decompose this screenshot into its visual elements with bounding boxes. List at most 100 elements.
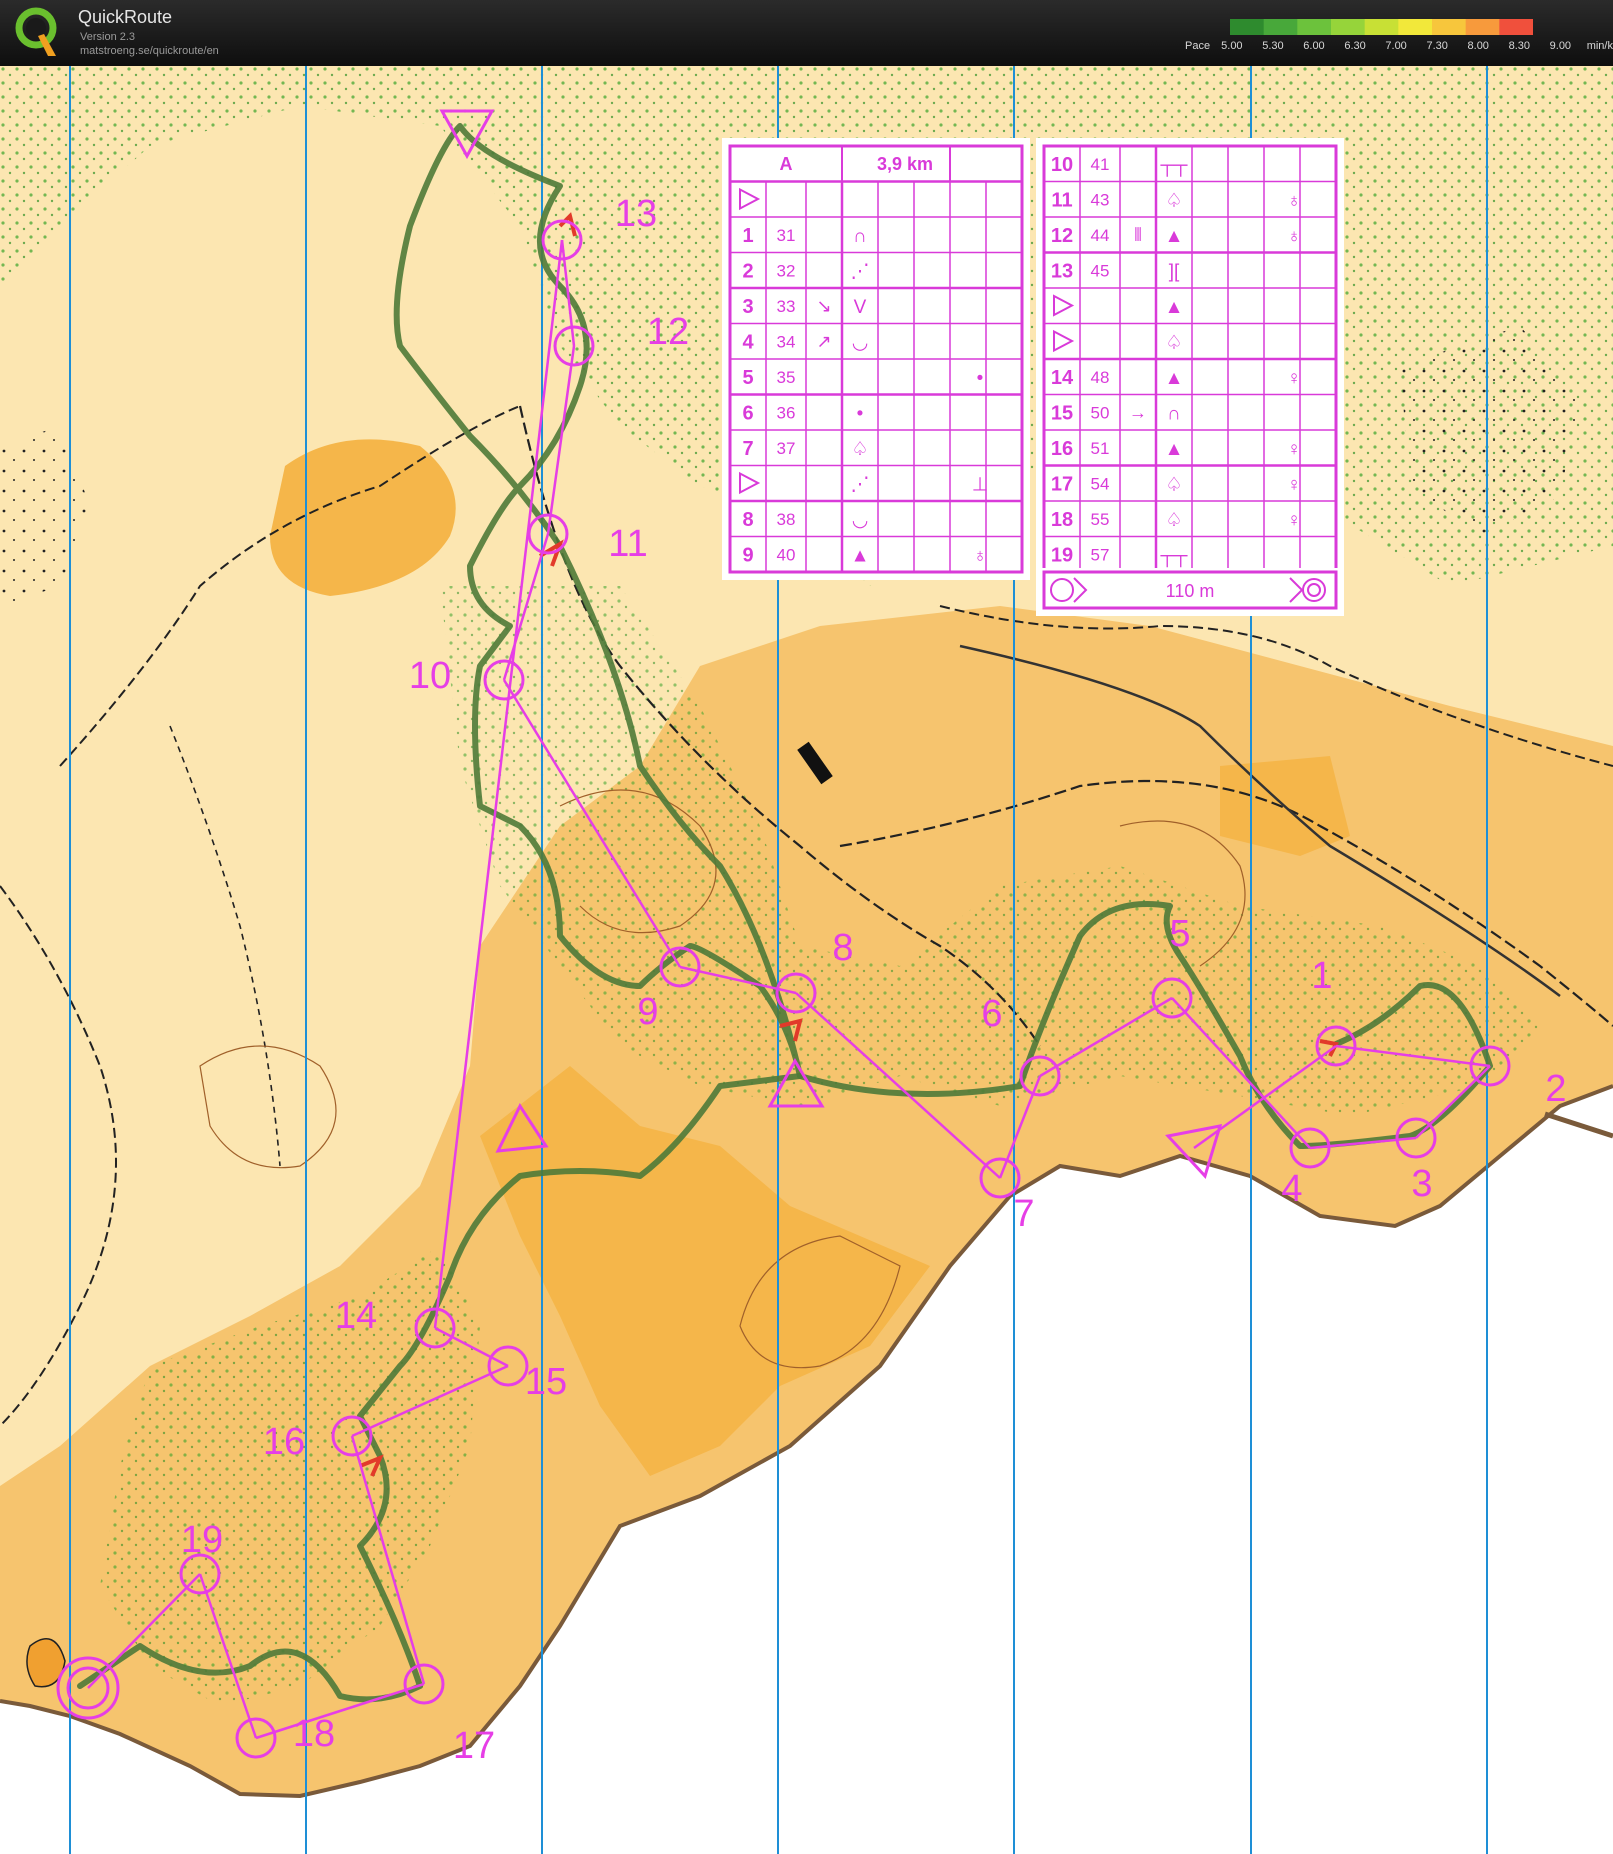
app-url: matstroeng.se/quickroute/en [80,45,219,57]
pier [1544,1111,1613,1139]
pace-label: Pace [1185,40,1211,52]
control-seq: 19 [1051,545,1073,567]
pace-color-segment [1364,19,1399,35]
control-code: 31 [777,226,796,245]
control-seq: 17 [1051,474,1073,496]
control-code: 34 [777,333,796,352]
control-seq: 18 [1051,509,1073,531]
control-seq: 7 [742,438,753,460]
pace-value: 9.00 [1549,40,1572,52]
control-seq: 15 [1051,403,1073,425]
pace-value: 8.00 [1467,40,1489,52]
quickroute-logo [15,7,57,56]
control-feature: ⋰ [851,262,870,283]
control-number: 12 [647,311,689,353]
control-feature: ▲ [1165,226,1184,247]
control-feature: ◡ [852,333,869,354]
control-detail: ♁ [1287,191,1301,212]
orienteering-map[interactable]: 12345678910111213141516171819 A 3,9 km1 31… [0,66,1613,1854]
control-seq: 6 [742,403,753,425]
control-code: 54 [1091,475,1110,494]
control-feature: ][ [1169,262,1180,283]
pace-color-segment [1465,19,1500,35]
pace-value: 6.00 [1303,40,1325,52]
control-feature: • [857,404,864,425]
pace-color-segment [1331,19,1366,35]
pace-value: 8.30 [1508,40,1530,52]
control-code: 55 [1091,510,1110,529]
control-seq: 11 [1051,190,1072,212]
pace-color-segment [1398,19,1433,35]
control-number: 4 [1281,1168,1302,1210]
control-code: 37 [777,439,796,458]
pace-value: 7.30 [1426,40,1448,52]
control-code: 38 [777,510,796,529]
control-seq: 13 [1051,261,1073,283]
control-number: 18 [293,1713,335,1755]
control-feature: ◡ [852,510,869,531]
control-seq: 10 [1051,154,1073,176]
control-seq: 4 [742,332,754,354]
pace-value: 7.00 [1385,40,1407,52]
control-code: 44 [1091,226,1110,245]
control-seq: 14 [1051,367,1074,389]
pace-value: 6.30 [1344,40,1366,52]
control-number: 11 [608,523,647,565]
pace-unit: min/km [1586,40,1613,52]
pace-value: 5.30 [1262,40,1284,52]
control-detail: ♀ [1287,510,1301,531]
pace-color-segment [1432,19,1467,35]
pace-color-segment [1230,19,1265,35]
pace-color-bar [1230,19,1533,35]
control-number: 1 [1311,955,1332,997]
control-direction: → [1129,403,1147,423]
control-feature: ┬┬ [1160,155,1188,177]
control-number: 14 [335,1295,377,1337]
control-number: 15 [525,1361,567,1403]
pace-color-segment [1297,19,1332,35]
control-code: 40 [777,546,796,565]
control-number: 6 [981,993,1002,1035]
control-code: 50 [1091,404,1110,423]
finish-distance: 110 m [1166,581,1215,601]
control-seq: 2 [742,261,753,283]
control-seq: 12 [1051,225,1073,247]
control-code: 33 [777,297,796,316]
control-code: 32 [777,262,796,281]
control-feature: ⋰ [851,475,870,496]
control-code: 45 [1091,262,1110,281]
control-code: 41 [1091,155,1110,174]
control-detail: ♁ [973,546,987,567]
control-feature: ▲ [851,546,870,567]
control-number: 17 [453,1725,495,1767]
control-feature: ∩ [853,226,867,247]
control-seq: 1 [742,225,753,247]
control-number: 8 [832,927,853,969]
control-number: 3 [1411,1163,1432,1205]
control-number: 9 [637,991,658,1033]
title-bar: QuickRoute Version 2.3 matstroeng.se/qui… [0,0,1613,66]
control-feature: V [854,297,867,318]
control-feature: ∩ [1167,404,1181,425]
control-seq: 8 [742,509,753,531]
control-number: 10 [409,655,451,697]
control-code: 36 [777,404,796,423]
control-seq: 16 [1051,438,1073,460]
control-feature: ♤ [851,439,868,460]
control-direction: ↘ [816,296,831,316]
control-feature: ┬┬ [1160,546,1188,568]
control-detail: ♀ [1287,439,1301,460]
pace-color-segment [1499,19,1533,35]
control-code: 57 [1091,546,1110,565]
control-number: 5 [1169,913,1190,955]
control-direction: ↗ [816,332,831,352]
control-code: 48 [1091,368,1110,387]
pace-legend: Pace 5.00 5.30 6.00 6.30 7.00 7.30 8.00 … [1185,40,1613,52]
control-feature: ♤ [1165,333,1182,354]
control-number: 2 [1545,1068,1566,1110]
control-feature: ♤ [1165,191,1182,212]
control-detail: ♀ [1287,475,1301,496]
control-number: 7 [1013,1193,1034,1235]
control-feature: ▲ [1165,297,1184,318]
course-length: 3,9 km [877,154,933,174]
